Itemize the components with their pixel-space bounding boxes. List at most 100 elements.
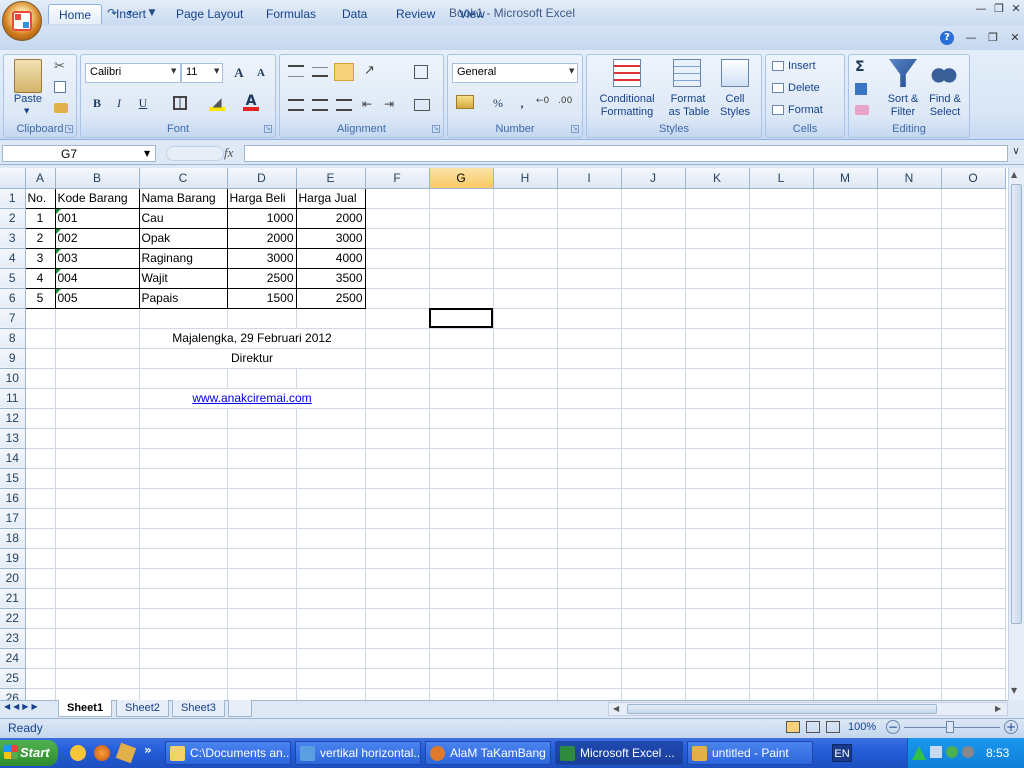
cell-g3[interactable] [429, 228, 494, 249]
cell-o15[interactable] [941, 468, 1006, 489]
task-paint-vertikal[interactable]: vertikal horizontal... [295, 741, 421, 765]
font-launcher-icon[interactable]: ↘ [264, 125, 272, 133]
cell-i19[interactable] [557, 548, 622, 569]
font-size-dropdown-icon[interactable]: ▼ [214, 67, 219, 75]
cell-d24[interactable] [227, 648, 297, 669]
shrink-font-icon[interactable]: A [251, 63, 271, 83]
task-explorer[interactable]: C:\Documents an... [165, 741, 291, 765]
cell-g4[interactable] [429, 248, 494, 269]
conditional-formatting-label[interactable]: Conditional [589, 93, 665, 105]
cell-k23[interactable] [685, 628, 750, 649]
zoom-slider-thumb[interactable] [946, 721, 954, 733]
cell-j22[interactable] [621, 608, 686, 629]
align-center-icon[interactable] [312, 99, 328, 111]
cell-n18[interactable] [877, 528, 942, 549]
cell-e24[interactable] [296, 648, 366, 669]
cell-d12[interactable] [227, 408, 297, 429]
cell-b19[interactable] [55, 548, 140, 569]
quicklaunch-more-icon[interactable]: » [144, 743, 152, 757]
font-family-dropdown-icon[interactable]: ▼ [171, 67, 176, 75]
cell-m20[interactable] [813, 568, 878, 589]
cell-i10[interactable] [557, 368, 622, 389]
cell-e2[interactable]: 2000 [295, 207, 366, 229]
cell-b18[interactable] [55, 528, 140, 549]
align-left-icon[interactable] [288, 99, 304, 111]
cell-f3[interactable] [365, 228, 430, 249]
cell-g13[interactable] [429, 428, 494, 449]
cell-l21[interactable] [749, 588, 814, 609]
cell-g9[interactable] [429, 348, 494, 369]
cell-h16[interactable] [493, 488, 558, 509]
cell-o24[interactable] [941, 648, 1006, 669]
expand-formula-bar-icon[interactable]: ∨ [1010, 146, 1022, 161]
cell-h9[interactable] [493, 348, 558, 369]
cell-m19[interactable] [813, 548, 878, 569]
cell-c7[interactable] [139, 308, 228, 329]
cell-a25[interactable] [25, 668, 56, 689]
cell-m17[interactable] [813, 508, 878, 529]
row-header-16[interactable]: 16 [0, 488, 26, 509]
tab-insert[interactable]: Insert [106, 4, 156, 24]
cell-c13[interactable] [139, 428, 228, 449]
cell-o8[interactable] [941, 328, 1006, 349]
cell-f7[interactable] [365, 308, 430, 329]
cell-c14[interactable] [139, 448, 228, 469]
cell-f13[interactable] [365, 428, 430, 449]
format-cells-icon[interactable] [772, 105, 784, 115]
tab-review[interactable]: Review [386, 4, 445, 24]
row-header-5[interactable]: 5 [0, 268, 26, 289]
fill-color-icon[interactable]: ◢ [209, 95, 225, 111]
cell-e26[interactable] [296, 688, 366, 700]
format-cells-button[interactable]: Format [788, 104, 823, 116]
cell-i13[interactable] [557, 428, 622, 449]
cell-o18[interactable] [941, 528, 1006, 549]
cell-d4[interactable]: 3000 [226, 247, 297, 269]
cell-d25[interactable] [227, 668, 297, 689]
cell-k14[interactable] [685, 448, 750, 469]
cell-n14[interactable] [877, 448, 942, 469]
cell-j18[interactable] [621, 528, 686, 549]
cell-j1[interactable] [621, 188, 686, 209]
cell-k19[interactable] [685, 548, 750, 569]
column-header-m[interactable]: M [813, 168, 878, 189]
cell-o1[interactable] [941, 188, 1006, 209]
cell-a5[interactable]: 4 [24, 267, 56, 289]
cell-c26[interactable] [139, 688, 228, 700]
copy-icon[interactable] [54, 81, 66, 93]
tab-page-layout[interactable]: Page Layout [166, 4, 253, 24]
cell-b1[interactable]: Kode Barang [54, 187, 140, 209]
column-header-n[interactable]: N [877, 168, 942, 189]
cell-l3[interactable] [749, 228, 814, 249]
cell-c5[interactable]: Wajit [138, 267, 228, 289]
sort-filter-icon[interactable] [889, 59, 917, 87]
row-header-22[interactable]: 22 [0, 608, 26, 629]
decrease-indent-icon[interactable]: ⇤ [362, 97, 372, 111]
cell-m2[interactable] [813, 208, 878, 229]
cell-l11[interactable] [749, 388, 814, 409]
cell-f25[interactable] [365, 668, 430, 689]
cell-h2[interactable] [493, 208, 558, 229]
fill-icon[interactable] [855, 83, 867, 95]
cut-icon[interactable]: ✂ [54, 59, 65, 74]
cell-c20[interactable] [139, 568, 228, 589]
cell-f10[interactable] [365, 368, 430, 389]
cell-c12[interactable] [139, 408, 228, 429]
cell-k21[interactable] [685, 588, 750, 609]
cell-a12[interactable] [25, 408, 56, 429]
cell-c24[interactable] [139, 648, 228, 669]
cell-n15[interactable] [877, 468, 942, 489]
cell-e13[interactable] [296, 428, 366, 449]
cell-a13[interactable] [25, 428, 56, 449]
number-format-dropdown-icon[interactable]: ▼ [569, 67, 574, 75]
cell-f11[interactable] [365, 388, 430, 409]
alignment-launcher-icon[interactable]: ↘ [432, 125, 440, 133]
cell-j24[interactable] [621, 648, 686, 669]
row-header-15[interactable]: 15 [0, 468, 26, 489]
cell-m8[interactable] [813, 328, 878, 349]
cell-i24[interactable] [557, 648, 622, 669]
close-icon[interactable]: ✕ [1007, 2, 1024, 16]
cell-e10[interactable] [296, 368, 366, 389]
cell-j13[interactable] [621, 428, 686, 449]
cell-a24[interactable] [25, 648, 56, 669]
cell-a19[interactable] [25, 548, 56, 569]
